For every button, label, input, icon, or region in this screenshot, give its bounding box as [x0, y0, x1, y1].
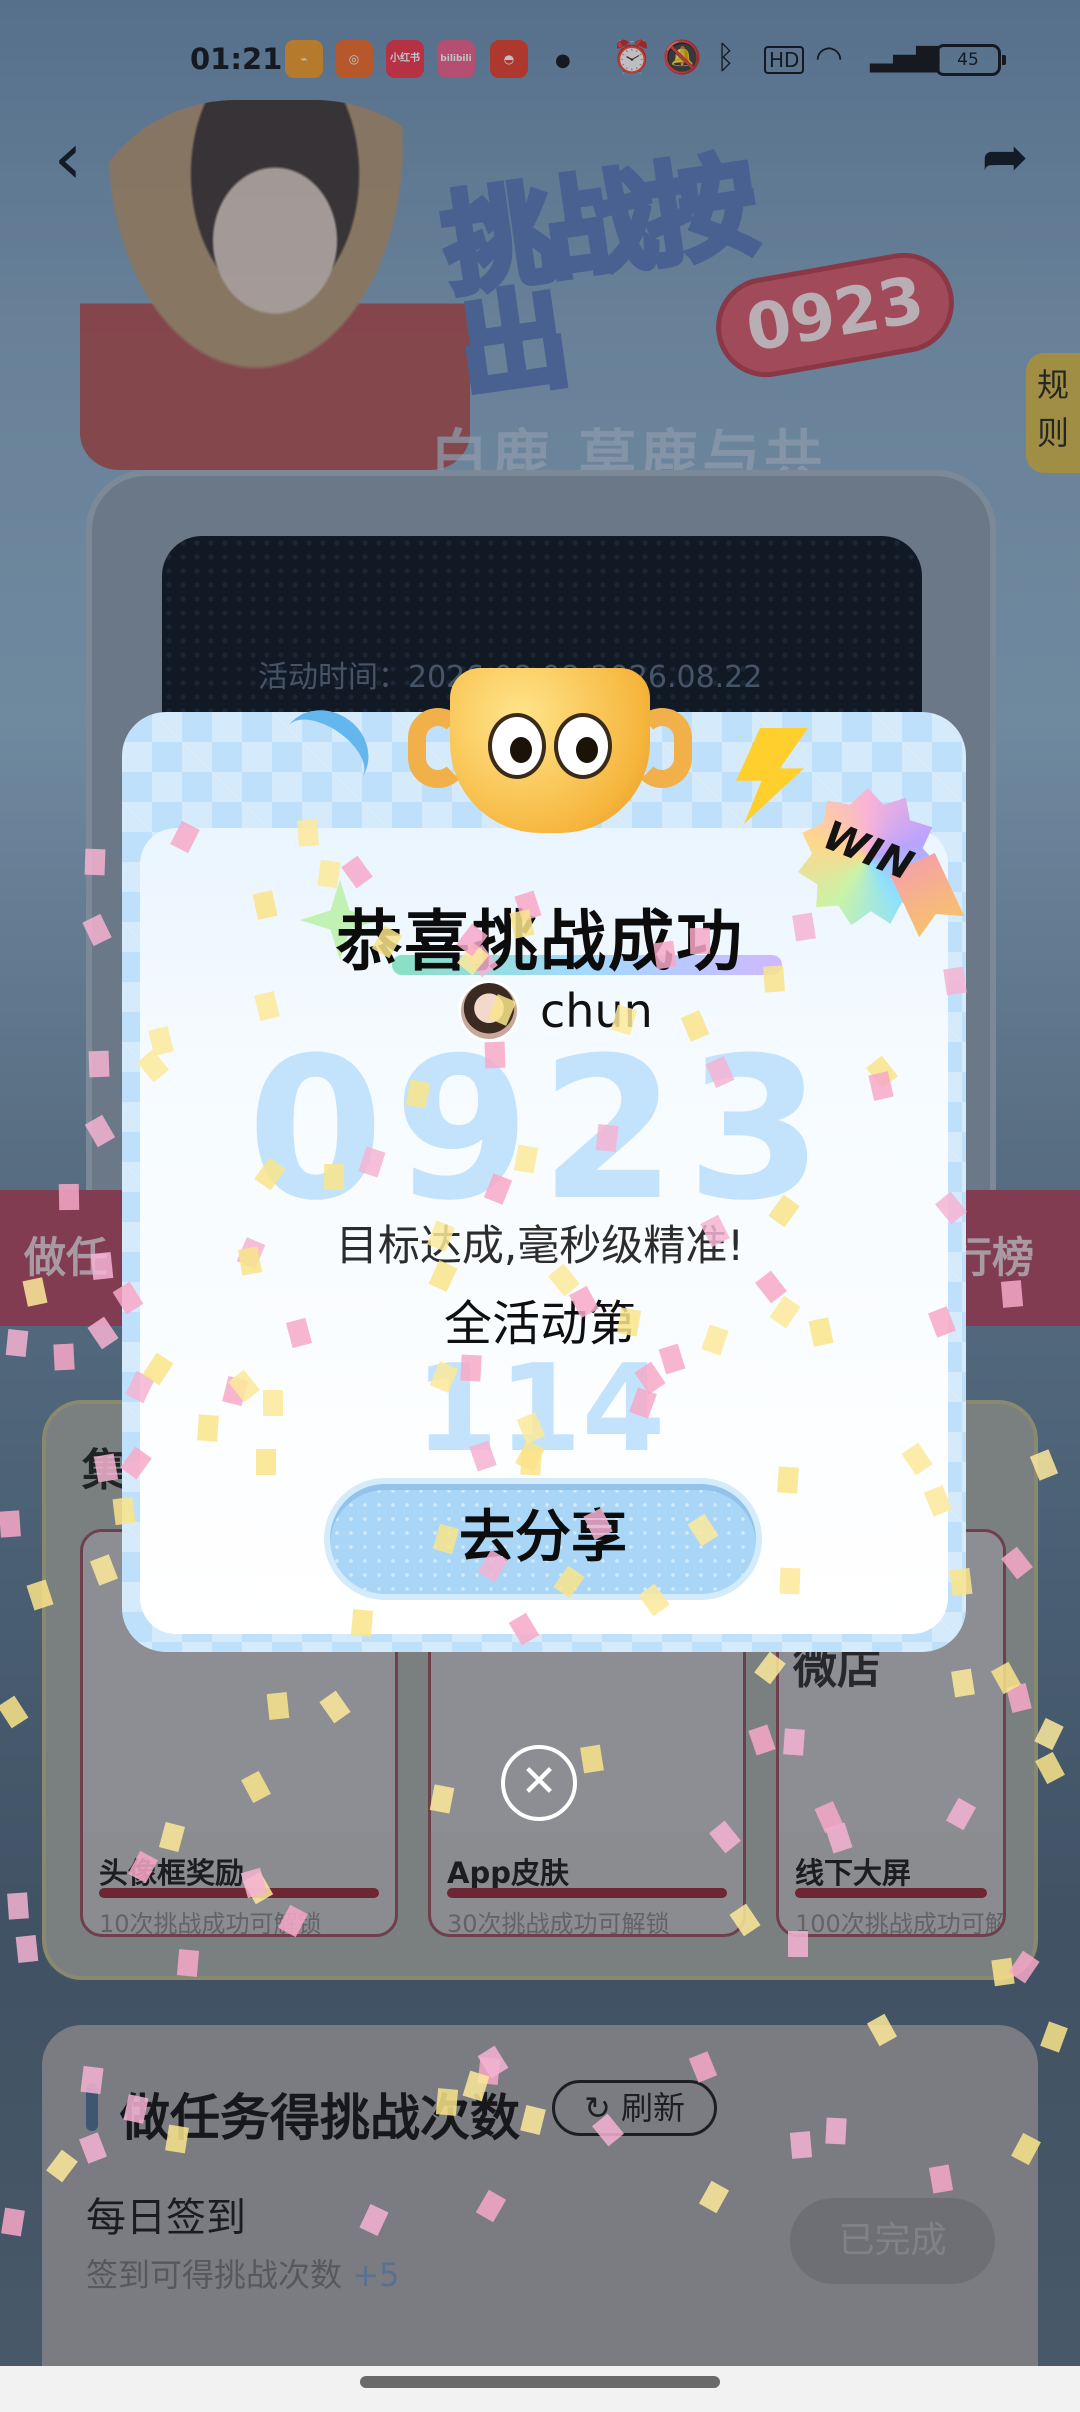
confetti-piece	[777, 1466, 799, 1494]
confetti-piece	[53, 1343, 75, 1371]
confetti-piece	[763, 965, 785, 993]
confetti-piece	[350, 1609, 374, 1637]
confetti-piece	[5, 1329, 29, 1357]
confetti-piece	[7, 1892, 29, 1920]
confetti-piece	[90, 1252, 114, 1280]
confetti-piece	[80, 2065, 104, 2095]
confetti-piece	[792, 912, 816, 942]
trophy-cup	[450, 668, 650, 833]
modal-title: 恭喜挑战成功	[336, 903, 744, 980]
confetti-piece	[256, 1449, 276, 1475]
confetti-piece	[951, 1668, 975, 1698]
confetti-piece	[58, 1183, 80, 1211]
confetti-piece	[1000, 1280, 1024, 1308]
confetti-piece	[84, 848, 106, 876]
confetti-piece	[689, 927, 711, 955]
confetti-piece	[317, 859, 341, 889]
confetti-piece	[176, 1949, 200, 1977]
mascot-eye	[554, 713, 612, 779]
confetti-piece	[783, 1728, 805, 1756]
confetti-piece	[297, 819, 319, 847]
score-number: 0923	[247, 1016, 833, 1244]
mascot-eye	[488, 713, 546, 779]
confetti-piece	[595, 1124, 619, 1152]
confetti-piece	[197, 1414, 219, 1442]
confetti-piece	[93, 1453, 119, 1483]
confetti-piece	[435, 2088, 459, 2116]
confetti-piece	[825, 2117, 847, 2145]
trophy-mascot	[408, 668, 692, 838]
confetti-piece	[943, 966, 967, 996]
confetti-piece	[323, 1163, 345, 1191]
confetti-piece	[0, 1510, 21, 1538]
navigation-bar	[0, 2366, 1080, 2412]
confetti-piece	[928, 2164, 954, 2194]
confetti-piece	[263, 1390, 283, 1416]
confetti-piece	[949, 1567, 973, 1597]
home-indicator[interactable]	[360, 2376, 720, 2388]
confetti-piece	[484, 1041, 506, 1069]
confetti-piece	[88, 1050, 110, 1078]
confetti-piece	[779, 1567, 801, 1595]
confetti-piece	[520, 1448, 542, 1476]
confetti-piece	[1, 2207, 25, 2237]
confetti-piece	[266, 1692, 290, 1720]
target-text: 目标达成,毫秒级精准!	[335, 1221, 745, 1270]
confetti-piece	[112, 1496, 136, 1526]
confetti-piece	[237, 1246, 263, 1276]
confetti-piece	[653, 940, 677, 970]
confetti-piece	[788, 1931, 808, 1957]
confetti-piece	[15, 1935, 39, 1963]
confetti-piece	[165, 2124, 189, 2154]
confetti-piece	[789, 2131, 813, 2159]
confetti-piece	[460, 1354, 482, 1382]
close-icon[interactable]: ✕	[501, 1745, 577, 1821]
confetti-piece	[580, 1744, 604, 1774]
